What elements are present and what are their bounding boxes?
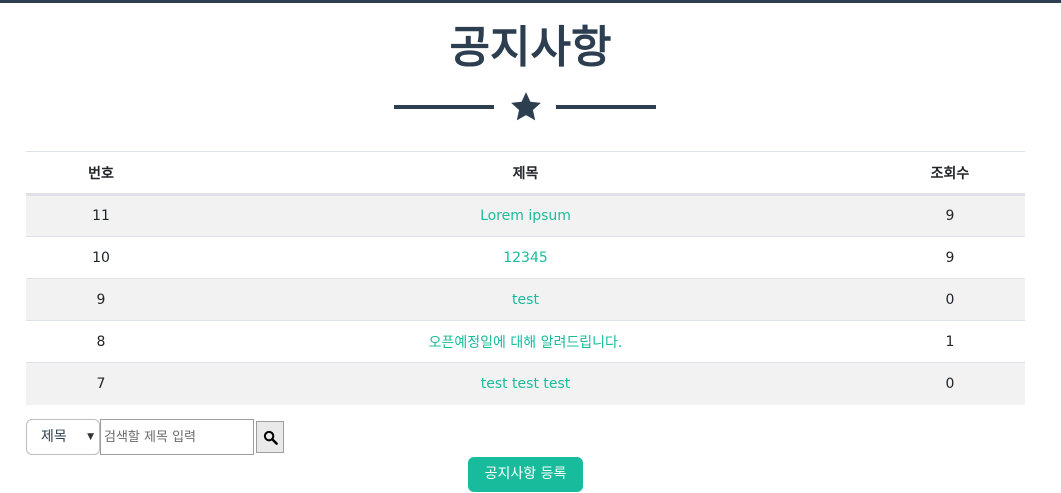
search-type-value: 제목 [41, 429, 67, 445]
top-border [0, 0, 1061, 3]
table-header: 번호 제목 조회수 [26, 151, 1025, 195]
divider-line-right [556, 105, 656, 109]
row-views: 9 [945, 249, 955, 266]
column-header-title: 제목 [512, 165, 539, 182]
row-number: 8 [96, 333, 106, 350]
row-views: 1 [945, 333, 955, 350]
header-row: 번호 제목 조회수 [26, 151, 1025, 195]
chevron-down-icon: ▼ [87, 432, 94, 442]
row-views: 9 [945, 208, 955, 224]
search-button[interactable] [256, 421, 284, 453]
table-row: 11 Lorem ipsum 9 [26, 194, 1025, 237]
row-title-link[interactable]: 오픈예정일에 대해 알려드립니다. [176, 321, 875, 363]
search-icon [263, 430, 278, 445]
table-row: 10 12345 9 [26, 237, 1025, 279]
row-number: 10 [92, 249, 110, 266]
column-header-number: 번호 [88, 165, 114, 182]
notice-table: 번호 제목 조회수 11 Lorem ipsum 9 10 12345 9 9 … [26, 151, 1025, 405]
row-title-link[interactable]: 12345 [176, 237, 875, 279]
row-views: 0 [945, 291, 955, 308]
row-title-link[interactable]: test [176, 279, 875, 321]
row-number: 9 [96, 291, 106, 308]
row-title-link[interactable]: Lorem ipsum [176, 195, 875, 237]
table-row: 9 test 0 [26, 278, 1025, 321]
page-title: 공지사항 [449, 22, 612, 73]
divider-line-left [394, 105, 494, 109]
search-type-select[interactable]: 제목 ▼ [26, 419, 100, 455]
row-title-link[interactable]: test test test [176, 363, 875, 405]
table-row: 8 오픈예정일에 대해 알려드립니다. 1 [26, 321, 1025, 363]
search-input[interactable] [100, 419, 254, 455]
table-body: 11 Lorem ipsum 9 10 12345 9 9 test 0 8 오… [26, 194, 1025, 405]
table-row: 7 test test test 0 [26, 362, 1025, 405]
column-header-views: 조회수 [930, 165, 970, 182]
register-notice-button[interactable]: 공지사항 등록 [468, 457, 583, 492]
title-divider [394, 90, 656, 124]
row-views: 0 [945, 375, 955, 392]
star-icon [511, 92, 541, 121]
row-number: 7 [96, 375, 106, 392]
row-number: 11 [92, 208, 110, 224]
